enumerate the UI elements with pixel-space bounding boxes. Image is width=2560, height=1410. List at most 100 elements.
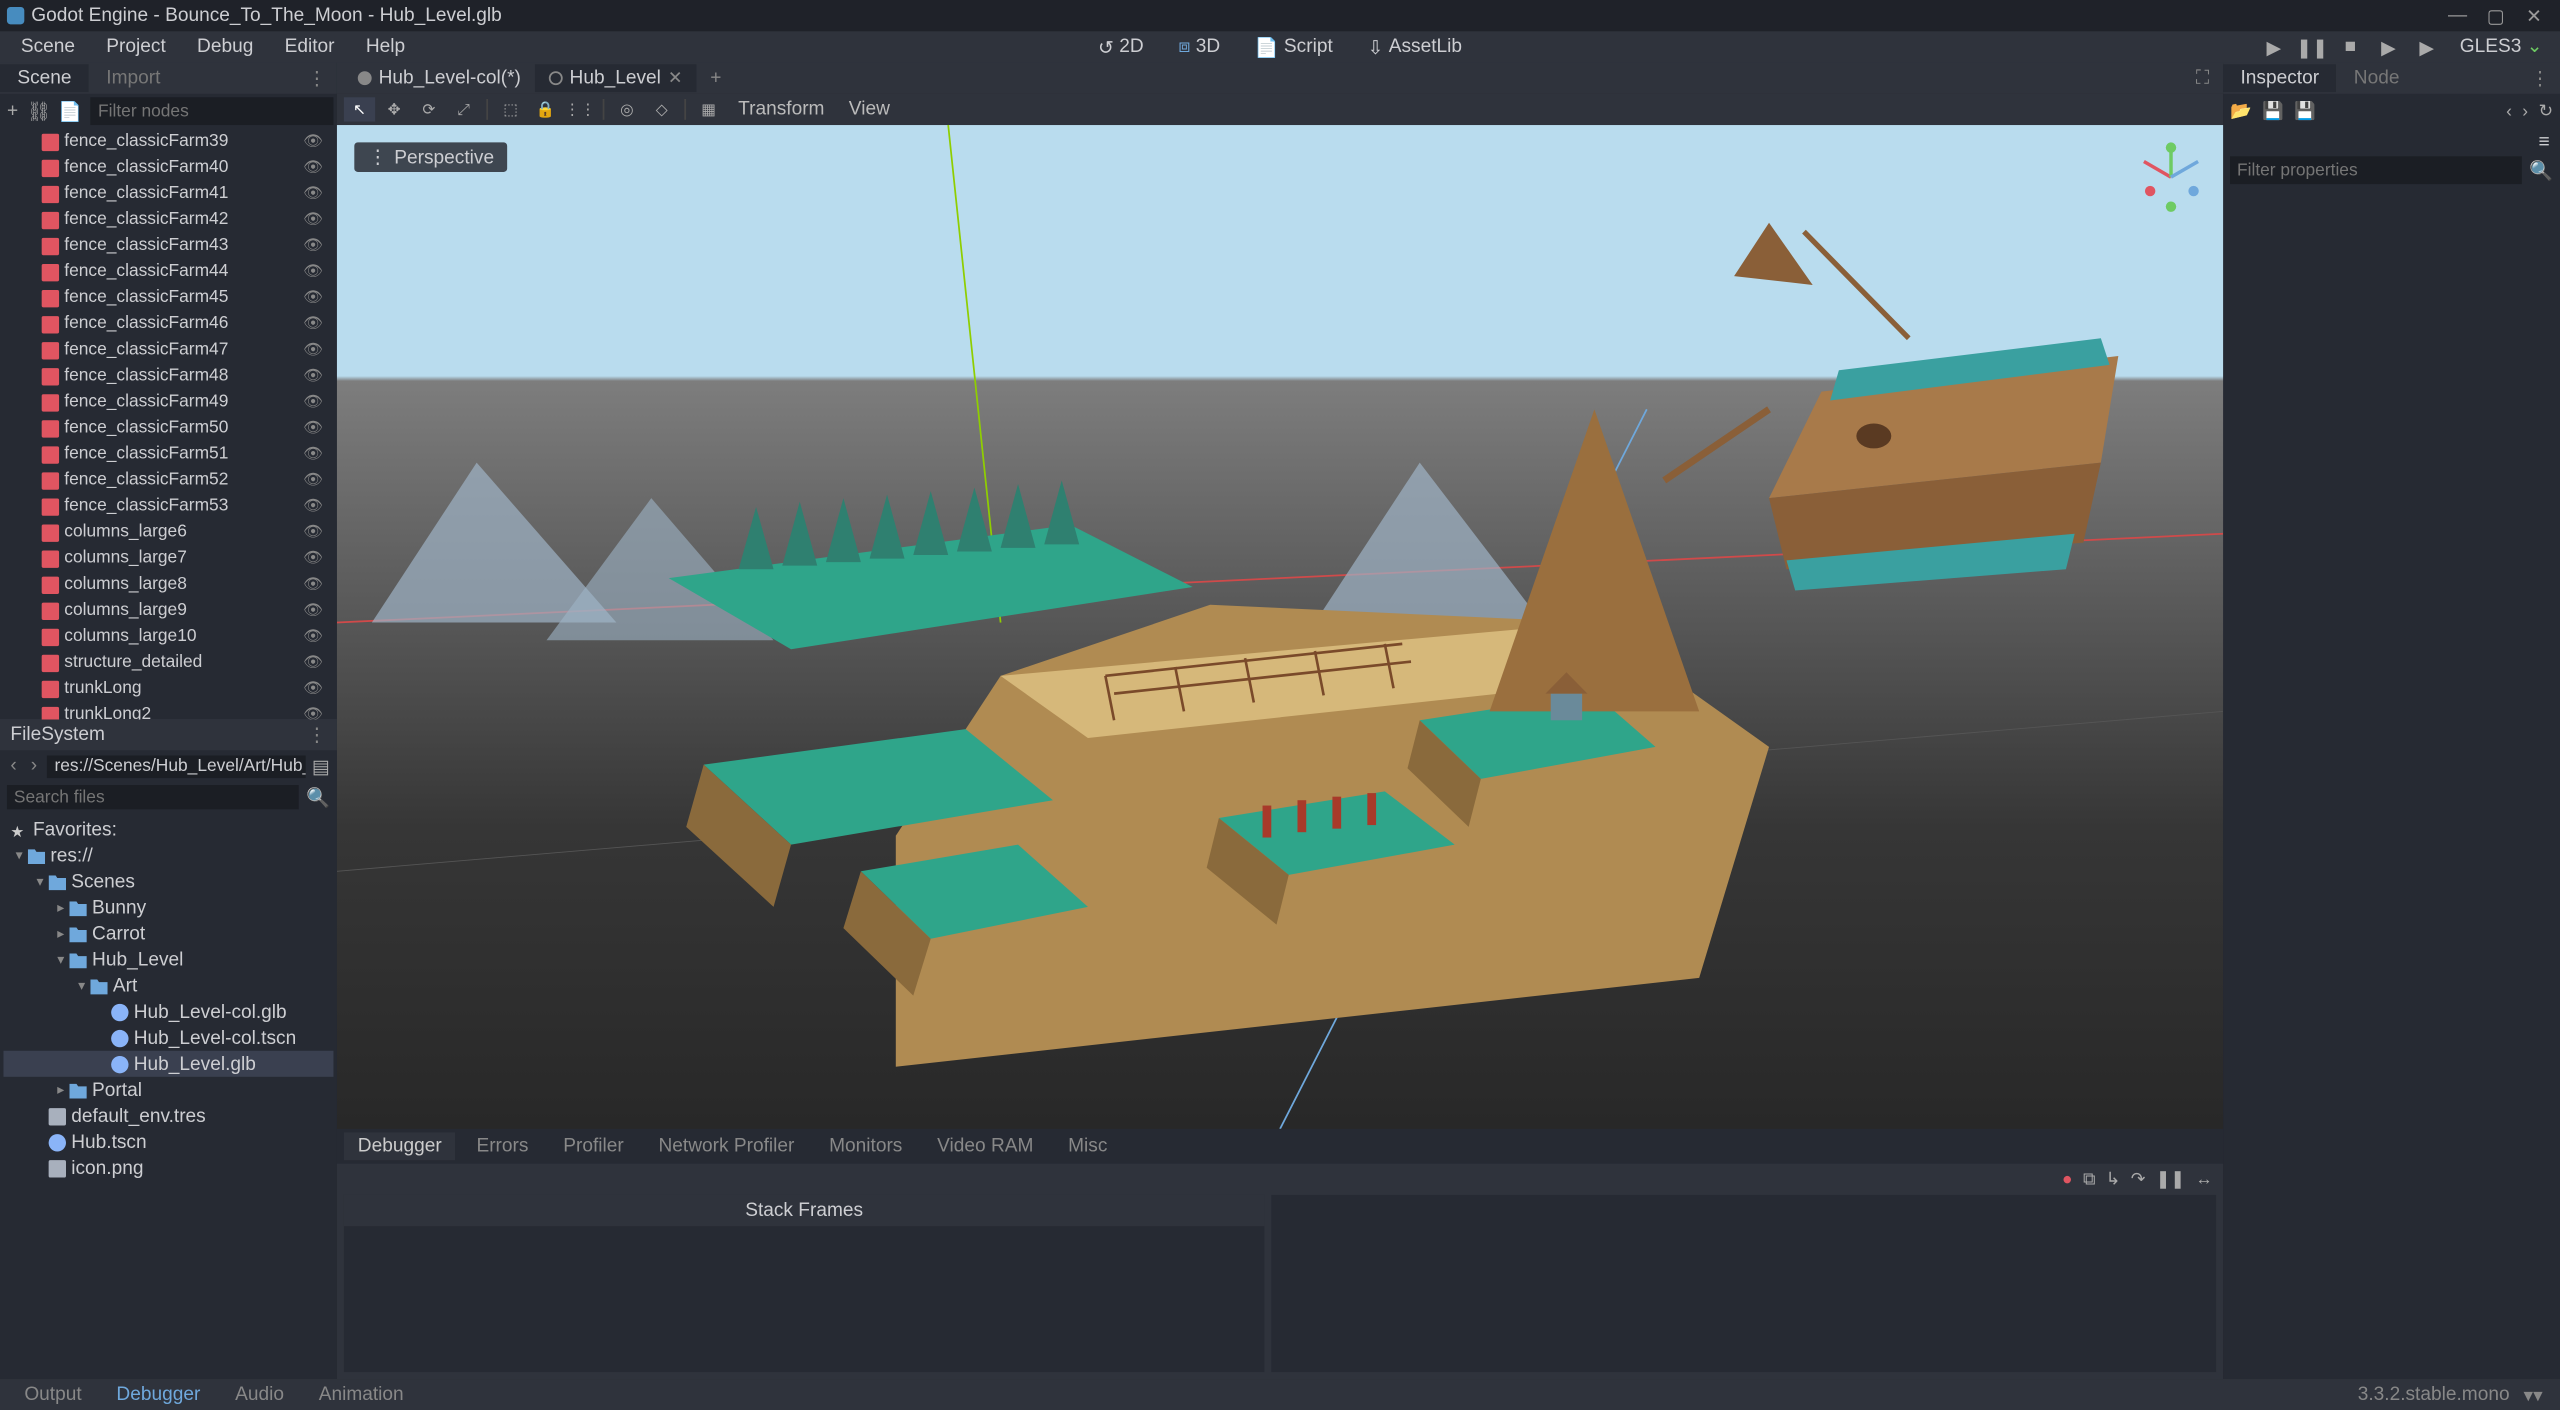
- local-space-icon[interactable]: ⬚: [495, 97, 526, 121]
- workspace-3d-button[interactable]: ⧈ 3D: [1164, 32, 1234, 62]
- tree-row[interactable]: columns_large6👁: [3, 519, 333, 545]
- menu-help[interactable]: Help: [352, 33, 419, 61]
- viewport-gizmo[interactable]: [2136, 142, 2205, 211]
- folder-row[interactable]: ▾Art: [3, 973, 333, 999]
- folder-row[interactable]: ▾res://: [3, 842, 333, 868]
- file-row[interactable]: default_env.tres: [3, 1103, 333, 1129]
- maximize-icon[interactable]: ▢: [2477, 4, 2515, 27]
- history-back-icon[interactable]: ‹: [2506, 102, 2512, 121]
- visibility-icon[interactable]: 👁: [303, 601, 323, 620]
- visibility-icon[interactable]: 👁: [303, 262, 323, 281]
- tree-row[interactable]: trunkLong👁: [3, 676, 333, 702]
- tree-row[interactable]: fence_classicFarm44👁: [3, 259, 333, 285]
- camera-icon[interactable]: ◎: [611, 97, 642, 121]
- viewport-perspective-pill[interactable]: ⋮ Perspective: [354, 142, 508, 172]
- play-custom-button[interactable]: ▶: [2411, 35, 2442, 59]
- step-over-icon[interactable]: ↷: [2131, 1170, 2146, 1189]
- history-fwd-icon[interactable]: ›: [2522, 102, 2528, 121]
- continue-icon[interactable]: ↔: [2195, 1170, 2212, 1189]
- debugger-tab-profiler[interactable]: Profiler: [549, 1132, 637, 1160]
- 3d-viewport[interactable]: ⋮ Perspective: [337, 125, 2223, 1129]
- folder-row[interactable]: ▸Portal: [3, 1077, 333, 1103]
- history-icon[interactable]: ↻: [2539, 102, 2554, 121]
- break-icon[interactable]: ❚❚: [2156, 1170, 2185, 1189]
- minimize-icon[interactable]: —: [2438, 5, 2476, 26]
- workspace-assetlib-button[interactable]: ⇩ AssetLib: [1354, 32, 1476, 62]
- visibility-icon[interactable]: 👁: [303, 419, 323, 438]
- visibility-icon[interactable]: 👁: [303, 445, 323, 464]
- camera-lock-icon[interactable]: ◇: [646, 97, 677, 121]
- folder-row[interactable]: ▸Carrot: [3, 921, 333, 947]
- tree-row[interactable]: fence_classicFarm39👁: [3, 129, 333, 155]
- stop-button[interactable]: ■: [2335, 35, 2366, 59]
- fs-path[interactable]: res://Scenes/Hub_Level/Art/Hub_Le: [47, 755, 304, 778]
- file-row[interactable]: Hub_Level-col.glb: [3, 999, 333, 1025]
- scene-tab-0[interactable]: Hub_Level-col(*): [344, 64, 535, 92]
- tree-row[interactable]: columns_large10👁: [3, 624, 333, 650]
- inspector-saveas-icon[interactable]: 💾: [2294, 102, 2316, 121]
- tree-row[interactable]: fence_classicFarm48👁: [3, 363, 333, 389]
- fs-layout-icon[interactable]: ▤: [312, 755, 330, 778]
- tree-row[interactable]: fence_classicFarm46👁: [3, 311, 333, 337]
- distraction-free-icon[interactable]: ⛶: [2182, 67, 2223, 90]
- visibility-icon[interactable]: 👁: [303, 340, 323, 359]
- rotate-tool-icon[interactable]: ⟳: [413, 97, 444, 121]
- select-tool-icon[interactable]: ↖: [344, 97, 375, 121]
- file-row[interactable]: Hub.tscn: [3, 1129, 333, 1155]
- inspector-filter-input[interactable]: [2230, 156, 2522, 184]
- debugger-tab-video-ram[interactable]: Video RAM: [923, 1132, 1047, 1160]
- visibility-icon[interactable]: 👁: [303, 366, 323, 385]
- scale-tool-icon[interactable]: ⤢: [448, 97, 479, 121]
- new-scene-tab-icon[interactable]: +: [696, 68, 735, 89]
- folder-row[interactable]: ▾Hub_Level: [3, 947, 333, 973]
- record-icon[interactable]: ●: [2062, 1170, 2073, 1189]
- renderer-dropdown[interactable]: GLES3 ⌄: [2449, 35, 2553, 59]
- folder-row[interactable]: ▾Scenes: [3, 868, 333, 894]
- menu-editor[interactable]: Editor: [271, 33, 349, 61]
- inspector-open-icon[interactable]: 📂: [2230, 102, 2252, 121]
- copy-icon[interactable]: ⧉: [2083, 1170, 2095, 1189]
- file-row[interactable]: Hub_Level.glb: [3, 1051, 333, 1077]
- status-audio-button[interactable]: Audio: [221, 1381, 298, 1409]
- tree-row[interactable]: fence_classicFarm50👁: [3, 415, 333, 441]
- visibility-icon[interactable]: 👁: [303, 132, 323, 151]
- sliders-icon[interactable]: ≡: [2538, 132, 2549, 153]
- tree-row[interactable]: fence_classicFarm43👁: [3, 233, 333, 259]
- tree-row[interactable]: fence_classicFarm42👁: [3, 207, 333, 233]
- tree-row[interactable]: columns_large9👁: [3, 597, 333, 623]
- visibility-icon[interactable]: 👁: [303, 288, 323, 307]
- debugger-tab-errors[interactable]: Errors: [463, 1132, 543, 1160]
- tab-close-icon[interactable]: ✕: [668, 69, 683, 88]
- tree-row[interactable]: columns_large7👁: [3, 545, 333, 571]
- menu-debug[interactable]: Debug: [183, 33, 267, 61]
- scene-tree[interactable]: fence_classicFarm39👁fence_classicFarm40👁…: [0, 129, 337, 720]
- status-output-button[interactable]: Output: [10, 1381, 95, 1409]
- status-debugger-button[interactable]: Debugger: [103, 1381, 215, 1409]
- play-scene-button[interactable]: ▶: [2373, 35, 2404, 59]
- tree-row[interactable]: fence_classicFarm49👁: [3, 389, 333, 415]
- visibility-icon[interactable]: 👁: [303, 236, 323, 255]
- attach-script-icon[interactable]: 📄: [60, 101, 81, 122]
- tab-inspector[interactable]: Inspector: [2223, 64, 2336, 92]
- panel-options-icon[interactable]: ⋮: [297, 67, 337, 90]
- visibility-icon[interactable]: 👁: [303, 679, 323, 698]
- snap-options-icon[interactable]: ⋮⋮: [564, 97, 595, 121]
- folder-row[interactable]: ▸Bunny: [3, 894, 333, 920]
- move-tool-icon[interactable]: ✥: [379, 97, 410, 121]
- visibility-icon[interactable]: 👁: [303, 575, 323, 594]
- fs-back-icon[interactable]: ‹: [7, 756, 20, 777]
- visibility-icon[interactable]: 👁: [303, 627, 323, 646]
- visibility-icon[interactable]: 👁: [303, 210, 323, 229]
- visibility-icon[interactable]: 👁: [303, 549, 323, 568]
- transform-menu[interactable]: Transform: [728, 99, 835, 120]
- menu-project[interactable]: Project: [92, 33, 179, 61]
- tree-row[interactable]: structure_detailed👁: [3, 650, 333, 676]
- file-row[interactable]: icon.png: [3, 1155, 333, 1181]
- tab-scene[interactable]: Scene: [0, 64, 89, 92]
- tree-row[interactable]: fence_classicFarm52👁: [3, 467, 333, 493]
- step-into-icon[interactable]: ↳: [2106, 1170, 2121, 1189]
- visibility-icon[interactable]: 👁: [303, 314, 323, 333]
- snap-icon[interactable]: 🔒: [530, 97, 561, 121]
- debugger-tab-monitors[interactable]: Monitors: [815, 1132, 916, 1160]
- tree-row[interactable]: trunkLong2👁: [3, 702, 333, 719]
